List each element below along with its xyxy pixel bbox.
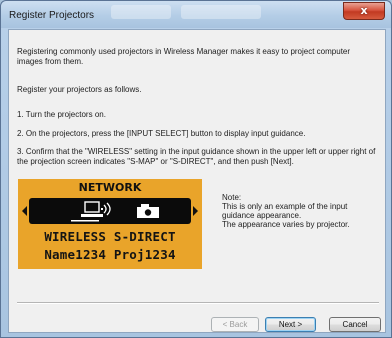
close-button[interactable]: x [343,2,385,20]
wizard-content: Registering commonly used projectors in … [8,29,386,333]
step-3: 3. Confirm that the "WIRELESS" setting i… [17,147,376,166]
projector-icon [137,204,159,218]
register-projectors-window: Register Projectors x Registering common… [0,0,392,338]
note-line-1: This is only an example of the input gui… [222,202,348,220]
intro-text: Registering commonly used projectors in … [17,47,351,66]
note-block: Note: This is only an example of the inp… [222,193,382,229]
note-line-2: The appearance varies by projector. [222,220,350,229]
background-blur [111,5,171,19]
window-title: Register Projectors [9,10,95,21]
computer-icon [81,201,103,217]
cancel-button[interactable]: Cancel [329,317,381,332]
wireless-signal-icon [101,202,111,216]
title-bar[interactable]: Register Projectors x [1,1,391,28]
network-heading: NETWORK [78,181,142,194]
next-button[interactable]: Next > [265,317,316,332]
note-label: Note: [222,193,242,202]
strip-underline [71,220,99,222]
instructions-heading: Register your projectors as follows. [17,85,142,94]
footer-separator [17,302,379,304]
network-icon-strip [29,198,191,224]
back-button[interactable]: < Back [211,317,259,332]
right-arrow-icon [193,206,198,216]
left-arrow-icon [22,206,27,216]
projector-name-line: Name1234 Proj1234 [44,247,176,262]
background-blur [181,5,261,19]
wireless-mode-line: WIRELESS S-DIRECT [44,229,176,244]
step-2: 2. On the projectors, press the [INPUT S… [17,129,306,138]
network-icons [71,201,159,222]
input-guidance-example: NETWORK WIRELESS S-DIRECT Name1234 Proj1… [18,179,202,269]
step-1: 1. Turn the projectors on. [17,110,106,119]
